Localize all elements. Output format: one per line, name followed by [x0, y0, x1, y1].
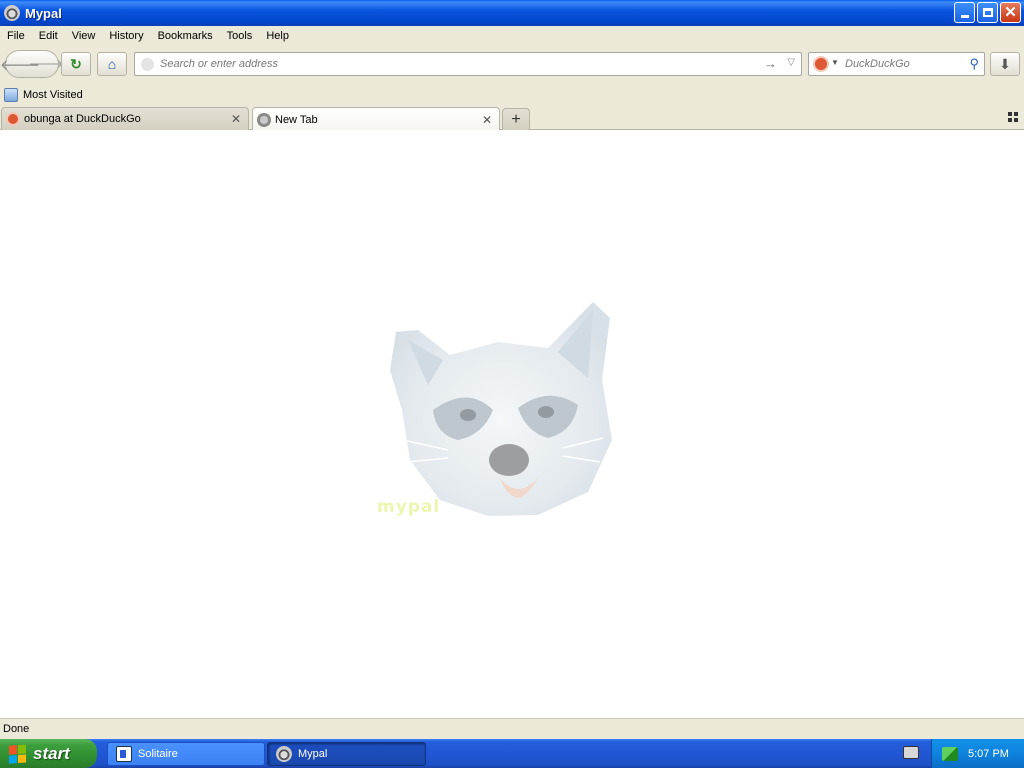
solitaire-cards-icon — [116, 746, 132, 762]
new-tab-button[interactable]: + — [502, 108, 530, 130]
duckduckgo-favicon-icon — [6, 112, 20, 126]
taskbar: start Solitaire Mypal 5:07 PM — [0, 739, 1024, 768]
menu-bar: File Edit View History Bookmarks Tools H… — [0, 26, 1024, 46]
title-bar: Mypal ✕ — [0, 0, 1024, 26]
status-text: Done — [3, 723, 30, 735]
close-button[interactable]: ✕ — [1000, 2, 1021, 23]
forward-button[interactable]: 🡒 — [29, 51, 64, 77]
most-visited-icon — [4, 87, 18, 102]
back-forward-group: 🡐 🡒 — [0, 50, 64, 78]
raccoon-logo-icon — [390, 302, 612, 516]
engine-dropdown-icon[interactable]: ▼ — [831, 58, 839, 67]
window-controls: ✕ — [954, 2, 1021, 23]
network-icon[interactable] — [942, 746, 958, 761]
start-label: start — [33, 743, 70, 763]
tab-title: obunga at DuckDuckGo — [24, 113, 141, 125]
minimize-button[interactable] — [954, 2, 975, 23]
menu-edit[interactable]: Edit — [32, 30, 65, 42]
plus-icon: + — [511, 110, 521, 128]
search-input[interactable] — [845, 56, 963, 72]
tab-new-tab[interactable]: New Tab ✕ — [252, 107, 500, 131]
duckduckgo-engine-icon[interactable] — [813, 56, 829, 72]
windows-logo-icon — [9, 743, 27, 764]
tab-obunga-duckduckgo[interactable]: obunga at DuckDuckGo ✕ — [1, 107, 249, 130]
mypal-app-icon[interactable] — [4, 5, 20, 21]
keyboard-language-icon[interactable] — [903, 746, 919, 759]
list-all-tabs-button[interactable] — [1008, 112, 1018, 122]
tab-strip: obunga at DuckDuckGo ✕ New Tab ✕ + — [0, 105, 1024, 131]
menu-view[interactable]: View — [65, 30, 103, 42]
globe-favicon-icon — [257, 112, 271, 127]
start-button[interactable]: start — [0, 739, 97, 768]
reload-button[interactable]: ↻ — [61, 52, 91, 76]
system-tray: 5:07 PM — [931, 739, 1024, 768]
new-tab-page: mypal — [0, 130, 1024, 718]
bookmarks-toolbar: Most Visited — [0, 84, 1024, 105]
menu-history[interactable]: History — [102, 30, 150, 42]
navigation-toolbar: 🡐 🡒 ↻ ⌂ → ▽ ▼ ⚲ ⬇ — [0, 47, 1024, 81]
tab-title: New Tab — [275, 113, 318, 126]
url-input[interactable] — [160, 56, 750, 72]
download-arrow-icon: ⬇ — [999, 55, 1011, 72]
menu-file[interactable]: File — [0, 30, 32, 42]
clock[interactable]: 5:07 PM — [968, 748, 1009, 760]
forward-arrow-icon: 🡒 — [28, 56, 64, 71]
history-dropdown-icon[interactable]: ▽ — [787, 57, 795, 68]
restore-icon — [982, 8, 993, 17]
home-icon: ⌂ — [107, 56, 117, 72]
close-icon: ✕ — [1004, 4, 1017, 21]
status-bar: Done — [0, 718, 1024, 739]
restore-button[interactable] — [977, 2, 998, 23]
window-title: Mypal — [25, 5, 62, 21]
mypal-brand-wordmark: mypal — [377, 497, 441, 517]
bookmark-most-visited[interactable]: Most Visited — [23, 89, 83, 101]
task-label: Mypal — [298, 748, 328, 760]
mypal-raccoon-icon — [276, 746, 292, 762]
address-bar: → ▽ — [134, 52, 802, 76]
site-identity-icon[interactable] — [141, 58, 154, 71]
home-button[interactable]: ⌂ — [97, 52, 127, 76]
go-arrow-icon[interactable]: → — [764, 56, 777, 71]
reload-icon: ↻ — [70, 55, 82, 72]
task-label: Solitaire — [138, 748, 178, 760]
menu-tools[interactable]: Tools — [220, 30, 260, 42]
search-icon[interactable]: ⚲ — [969, 56, 979, 72]
tab-close-icon[interactable]: ✕ — [480, 113, 494, 127]
minimize-icon — [960, 15, 969, 18]
taskbar-item-solitaire[interactable]: Solitaire — [107, 742, 265, 766]
search-bar: ▼ ⚲ — [808, 52, 985, 76]
taskbar-item-mypal[interactable]: Mypal — [267, 742, 426, 766]
menu-bookmarks[interactable]: Bookmarks — [151, 30, 220, 42]
downloads-button[interactable]: ⬇ — [990, 52, 1020, 76]
tab-close-icon[interactable]: ✕ — [229, 112, 243, 126]
menu-help[interactable]: Help — [259, 30, 296, 42]
